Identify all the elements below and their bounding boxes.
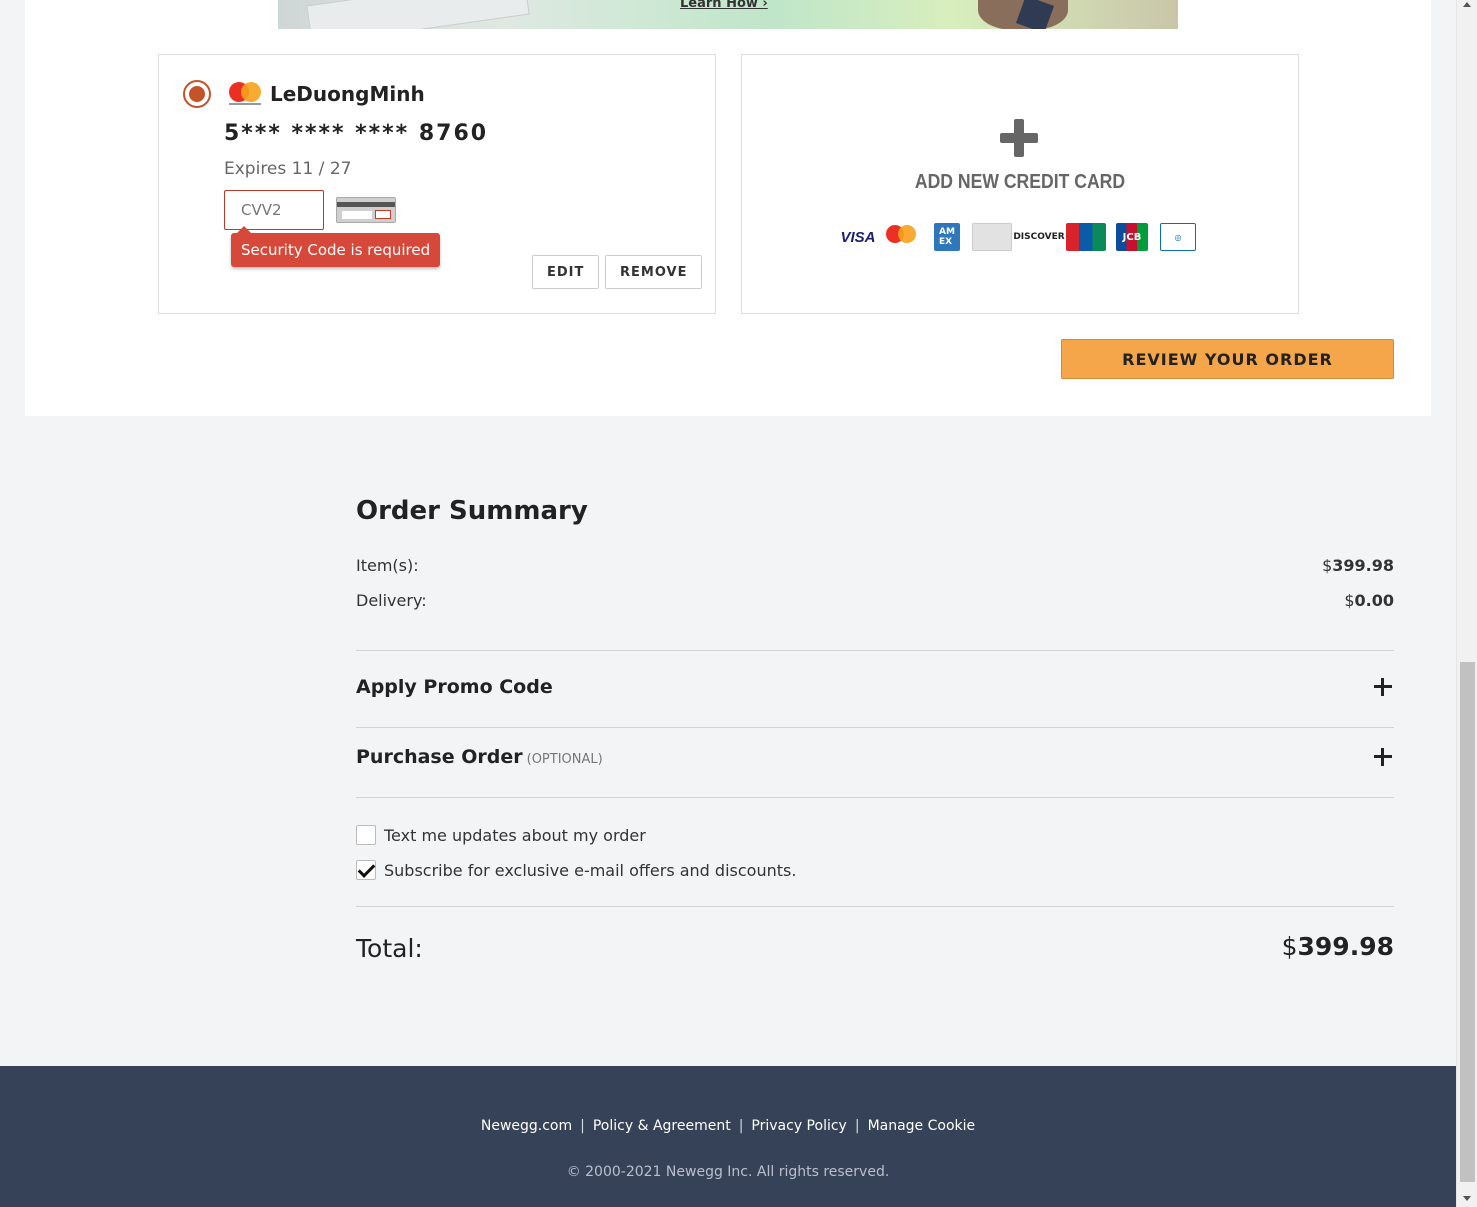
- text-updates-option[interactable]: Text me updates about my order: [356, 824, 646, 846]
- visa-icon: VISA: [840, 228, 876, 246]
- divider: [356, 727, 1394, 728]
- generic-card-icon: [972, 223, 1012, 251]
- card-brand-logos: VISA AM EX DISCOVER JCB ◎: [838, 223, 1208, 251]
- mastercard-icon: [227, 82, 263, 108]
- text-updates-label: Text me updates about my order: [384, 825, 646, 845]
- items-row: Item(s): $399.98: [356, 556, 1394, 575]
- purchase-order-label: Purchase Order (OPTIONAL): [356, 746, 603, 768]
- footer-links: Newegg.com | Policy & Agreement | Privacy Po…: [480, 1118, 976, 1134]
- expand-plus-icon[interactable]: [1374, 678, 1392, 696]
- site-footer: Newegg.com | Policy & Agreement | Privacy Po…: [0, 1066, 1456, 1207]
- saved-card[interactable]: LeDuongMinh 5*** **** **** 8760 Expires …: [158, 54, 716, 314]
- expand-plus-icon[interactable]: [1374, 748, 1392, 766]
- footer-link-privacy[interactable]: Privacy Policy: [751, 1118, 846, 1134]
- subscribe-option[interactable]: Subscribe for exclusive e-mail offers an…: [356, 859, 796, 881]
- items-value: $399.98: [1322, 556, 1394, 575]
- cvv-hint-icon: [336, 197, 396, 223]
- remove-card-button[interactable]: REMOVE: [605, 255, 703, 289]
- banner-card-image: [306, 0, 530, 29]
- delivery-value: $0.00: [1344, 591, 1394, 610]
- amex-icon: AM EX: [934, 223, 960, 251]
- purchase-order-accordion[interactable]: Purchase Order (OPTIONAL): [356, 738, 1394, 788]
- promo-banner[interactable]: Learn How ›: [278, 0, 1178, 29]
- card-holder-name: LeDuongMinh: [270, 82, 425, 106]
- footer-link-newegg[interactable]: Newegg.com: [481, 1118, 572, 1134]
- scrollbar[interactable]: [1456, 0, 1477, 1207]
- scroll-up-icon[interactable]: [1463, 2, 1471, 7]
- review-order-button[interactable]: REVIEW YOUR ORDER: [1061, 339, 1394, 379]
- plus-icon: [1000, 119, 1038, 157]
- divider: [356, 797, 1394, 798]
- cvv-input[interactable]: [224, 190, 324, 230]
- divider: [356, 650, 1394, 651]
- footer-link-policy[interactable]: Policy & Agreement: [593, 1118, 731, 1134]
- subscribe-label: Subscribe for exclusive e-mail offers an…: [384, 860, 797, 880]
- subscribe-checkbox[interactable]: [356, 860, 376, 880]
- scroll-down-icon[interactable]: [1463, 1196, 1471, 1201]
- delivery-row: Delivery: $0.00: [356, 591, 1394, 610]
- total-label: Total:: [356, 934, 423, 963]
- delivery-label: Delivery:: [356, 591, 427, 610]
- items-label: Item(s):: [356, 556, 419, 575]
- card-number: 5*** **** **** 8760: [224, 121, 489, 146]
- diners-club-icon: ◎: [1160, 223, 1196, 251]
- divider: [356, 906, 1394, 907]
- add-new-card-tile[interactable]: ADD NEW CREDIT CARD VISA AM EX DISCOVER J…: [741, 54, 1299, 314]
- card-expiry: Expires 11 / 27: [224, 159, 352, 179]
- edit-card-button[interactable]: EDIT: [532, 255, 600, 289]
- text-updates-checkbox[interactable]: [356, 825, 376, 845]
- promo-code-accordion[interactable]: Apply Promo Code: [356, 668, 1394, 718]
- discover-icon: DISCOVER: [1013, 232, 1065, 242]
- jcb-icon: JCB: [1116, 223, 1148, 251]
- order-summary-title: Order Summary: [356, 496, 588, 526]
- banner-learn-link[interactable]: Learn How ›: [680, 0, 768, 11]
- cvv-error-tooltip: Security Code is required: [231, 226, 441, 267]
- mastercard-icon: [884, 223, 920, 251]
- footer-link-cookie[interactable]: Manage Cookie: [868, 1118, 976, 1134]
- add-card-label: ADD NEW CREDIT CARD: [914, 171, 1126, 193]
- promo-code-label: Apply Promo Code: [356, 676, 553, 698]
- card-select-radio[interactable]: [183, 80, 211, 108]
- optional-tag: (OPTIONAL): [526, 752, 603, 767]
- total-value: $399.98: [1281, 932, 1394, 961]
- unionpay-icon: [1066, 223, 1106, 251]
- scroll-thumb[interactable]: [1460, 662, 1475, 1182]
- copyright: © 2000-2021 Newegg Inc. All rights reser…: [566, 1164, 890, 1180]
